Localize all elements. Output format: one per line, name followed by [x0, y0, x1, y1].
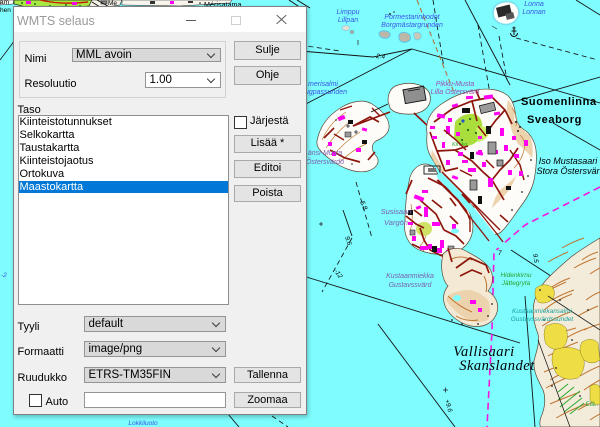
- svg-text:-2: -2: [1, 272, 7, 279]
- svg-text:hen: hen: [0, 7, 11, 14]
- svg-text:Susisaari: Susisaari: [381, 207, 412, 216]
- svg-text:Suomenlinna: Suomenlinna: [521, 96, 597, 108]
- svg-text:Sveaborg: Sveaborg: [527, 114, 582, 126]
- svg-text:Kustaanmiekansalmi: Kustaanmiekansalmi: [512, 308, 573, 315]
- svg-text:Gustavssvärd: Gustavssvärd: [389, 282, 433, 289]
- svg-text:am: am: [0, 0, 9, 6]
- svg-text:Skanslandet: Skanslandet: [459, 358, 535, 374]
- svg-text:Iso Mustasaari: Iso Mustasaari: [539, 156, 599, 166]
- svg-text:ugpassunden: ugpassunden: [305, 89, 347, 96]
- svg-text:Lokkiluoto: Lokkiluoto: [128, 420, 158, 427]
- svg-text:Limppu: Limppu: [337, 9, 360, 16]
- svg-text:9.5: 9.5: [531, 253, 539, 263]
- svg-text:Lonna: Lonna: [524, 1, 544, 8]
- svg-text:Östersvärdö: Östersvärdö: [306, 158, 344, 166]
- svg-text:Hidenkirnu: Hidenkirnu: [500, 272, 531, 279]
- svg-text:Jättegryta: Jättegryta: [501, 280, 531, 287]
- svg-text:Borgmästargrunden: Borgmästargrunden: [381, 22, 443, 29]
- svg-text:Vargön: Vargön: [384, 218, 408, 227]
- svg-text:7: 7: [498, 250, 502, 257]
- svg-text:Gustavssvärdssundet: Gustavssvärdssundet: [511, 316, 575, 323]
- svg-text:Pikku-Musta: Pikku-Musta: [436, 81, 475, 88]
- svg-text:Elä..: Elä..: [585, 401, 598, 408]
- svg-text:2.4: 2.4: [375, 53, 386, 61]
- svg-text:Lonnan: Lonnan: [522, 9, 545, 16]
- svg-text:änsi-Musta: änsi-Musta: [308, 150, 342, 157]
- svg-text:Pormestarinbodot: Pormestarinbodot: [384, 14, 440, 21]
- svg-text:Lillpan: Lillpan: [338, 17, 358, 24]
- svg-text:Kustaanmiekka: Kustaanmiekka: [386, 273, 434, 280]
- svg-text:merisalmi: merisalmi: [308, 81, 338, 88]
- svg-text:Stora Östersvär: Stora Östersvär: [536, 166, 600, 176]
- svg-text:Lilla Östersvärd: Lilla Östersvärd: [431, 88, 481, 96]
